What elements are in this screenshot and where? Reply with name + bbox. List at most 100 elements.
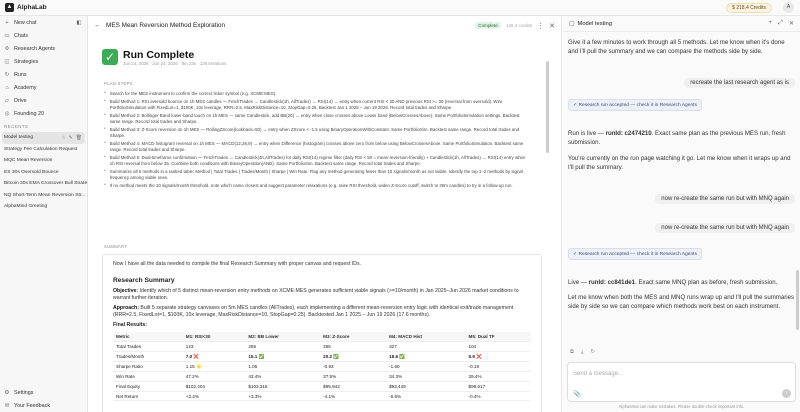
- user-message: recreate the last research agent as is: [684, 78, 795, 88]
- message-text: Live —: [568, 279, 589, 286]
- scrollbar[interactable]: [546, 61, 549, 153]
- recent-item[interactable]: Model testing ☆ ✎ 🗑: [2, 132, 85, 144]
- column-header: M5: Dual TF: [465, 332, 531, 343]
- sidebar-item-feedback[interactable]: ✉ Your Feedback: [0, 399, 88, 412]
- table-row: Sharpe Ratio 1.15 ⭐ 1.05 -0.93 -1.60 -0.…: [113, 361, 531, 373]
- plan-step-text: Build Method 3: Z-Score reversion on 1h …: [109, 127, 520, 138]
- chat-bubble-icon: ▢: [569, 20, 575, 27]
- app-name: AlphaLab: [17, 4, 47, 11]
- collapse-sidebar-icon[interactable]: ◧: [76, 20, 82, 26]
- disclaimer: AlphaMind can make mistakes. Please doub…: [618, 404, 745, 409]
- run-accepted-badge[interactable]: ✓ Research run accepted — check it in Re…: [568, 248, 702, 260]
- table-cell: 355: [320, 341, 387, 353]
- sidebar-item-label: Drive: [14, 97, 27, 104]
- drive-icon: ▱: [4, 97, 10, 104]
- table-cell: -0.4%: [465, 391, 531, 402]
- message-input[interactable]: [573, 371, 773, 377]
- sidebar-item-strategies[interactable]: ◫ Strategies: [0, 55, 87, 68]
- recent-item[interactable]: AlphaMind Greeting: [0, 201, 87, 213]
- close-icon[interactable]: ✕: [789, 20, 794, 27]
- academy-icon: ⌂: [5, 84, 9, 91]
- sidebar-item-label: Your Feedback: [14, 402, 51, 409]
- sidebar-item-chats[interactable]: ▭ Chats: [0, 29, 87, 42]
- bullet-icon: •: [104, 98, 106, 105]
- founding-icon: ◎: [4, 110, 10, 117]
- runs-icon: ↻: [4, 71, 10, 78]
- status-badge: Complete: [475, 22, 501, 29]
- close-panel-icon[interactable]: ✕: [549, 22, 555, 30]
- sidebar-item-drive[interactable]: ▱ Drive: [0, 94, 87, 107]
- plan-step: • Build Method 3: Z-Score reversion on 1h…: [104, 127, 530, 138]
- recent-item[interactable]: ES 30s Oversold Bounce: [0, 167, 87, 179]
- table-cell: 1.05: [245, 361, 321, 373]
- summary-intro: Now I have all the data needed to compil…: [113, 261, 361, 267]
- page-title: MES Mean Reversion Method Exploration: [106, 22, 225, 29]
- table-cell: 5.9 ❌: [465, 351, 531, 363]
- table-cell: $93,449: [386, 381, 466, 392]
- check-icon: ✓: [102, 49, 118, 65]
- run-complete-header: ✓ Run Complete Jun 24, 2026 · Jun 24, 20…: [102, 49, 547, 69]
- new-chat-icon[interactable]: +: [769, 20, 773, 27]
- sidebar-item-research-agents[interactable]: ✣ Research Agents: [0, 42, 87, 55]
- regenerate-icon[interactable]: ↻: [590, 349, 595, 356]
- plan-step: • If no method meets the 10 signals/month…: [104, 183, 530, 189]
- plan-step: • Search for the MES instrument to confir…: [104, 90, 530, 97]
- table-row: Final Equity $102,404 $103,315 $95,942 $…: [113, 381, 531, 392]
- feedback-icon: ✉: [4, 402, 10, 409]
- table-cell: 15.1 ✅: [245, 351, 321, 363]
- table-cell: 327: [386, 341, 466, 353]
- star-icon[interactable]: ☆: [61, 135, 65, 141]
- copy-icon[interactable]: ⧉: [570, 349, 574, 356]
- edit-icon[interactable]: ✎: [69, 135, 73, 141]
- attach-icon[interactable]: 📎: [573, 390, 581, 398]
- run-meta: Jun 24, 2026 · Jun 24, 2026 · 8m 23s · 1…: [123, 61, 227, 66]
- column-header: M1: RSI<30: [182, 332, 246, 343]
- column-header: M4: MACD Hist: [386, 332, 466, 343]
- plan-step-text: Build Method 5: Dual-timeframe confirmat…: [109, 155, 526, 166]
- recent-item[interactable]: Strategy Fee Calculation Request: [0, 144, 87, 156]
- summary-heading: SUMMARY: [104, 244, 128, 249]
- assistant-message: Give it a few minutes to work through al…: [568, 39, 785, 56]
- plan-step-text: Search for the MES instrument to confirm…: [109, 91, 277, 96]
- scrollbar[interactable]: [796, 270, 799, 330]
- sidebar-item-label: Research Agents: [14, 45, 56, 52]
- download-icon[interactable]: ⤓: [581, 349, 583, 356]
- run-accepted-badge[interactable]: ✓ Research run accepted — check it in Re…: [568, 99, 702, 111]
- table-cell: $99,617: [465, 381, 531, 392]
- run-id: runId: c2474210: [605, 130, 652, 137]
- sidebar-item-settings[interactable]: ⚙ Settings: [0, 386, 88, 399]
- objective-paragraph: Objective: Identify which of 5 distinct …: [113, 288, 531, 302]
- trash-icon[interactable]: 🗑: [76, 135, 82, 141]
- bullet-icon: •: [104, 168, 106, 175]
- new-chat-button[interactable]: + New chat: [4, 20, 36, 26]
- main-header: ← MES Mean Reversion Method Exploration …: [88, 16, 561, 35]
- research-summary-title: Research Summary: [113, 277, 175, 284]
- recent-item[interactable]: NQ Short-Term Mean Reversion Str...: [0, 190, 87, 202]
- sidebar-footer: ⚙ Settings ✉ Your Feedback: [0, 386, 88, 412]
- credits-badge[interactable]: $ 218.4 Credits: [726, 3, 772, 13]
- plan-step-text: If no method meets the 10 signals/month …: [109, 183, 513, 189]
- sidebar-item-runs[interactable]: ↻ Runs: [0, 68, 87, 81]
- table-cell: 1.15 ⭐: [182, 361, 246, 373]
- send-button[interactable]: ↑: [782, 389, 791, 398]
- approach-label: Approach:: [113, 305, 139, 311]
- more-options-icon[interactable]: ⋮: [537, 22, 544, 30]
- recent-item[interactable]: Bitcoin 30s EMA Crossover Bull Strate...: [0, 178, 87, 190]
- assistant-message: Run is live — runId: c2474210. Exact sam…: [568, 129, 796, 148]
- back-arrow-icon[interactable]: ←: [94, 22, 101, 29]
- app-logo[interactable]: ▲ AlphaLab: [5, 3, 47, 12]
- recent-item[interactable]: MQC Mean Reversion: [0, 155, 87, 167]
- strategies-icon: ◫: [4, 58, 10, 65]
- assistant-message: Let me know when both the MES and MNQ ru…: [568, 294, 795, 311]
- expand-icon[interactable]: ⤢: [778, 20, 783, 27]
- bullet-icon: •: [104, 126, 106, 133]
- plan-step-text: Build Method 1: RSI oversold bounce on 1…: [109, 99, 503, 110]
- message-actions: ⧉ ⤓ ↻: [570, 349, 595, 356]
- table-cell: 37.5%: [320, 371, 387, 382]
- chat-title: Model testing: [577, 20, 612, 27]
- sidebar-item-founding-20[interactable]: ◎ Founding 20: [0, 107, 87, 120]
- avatar[interactable]: A: [783, 2, 794, 13]
- objective-text: Identify which of 5 distinct mean-revers…: [113, 288, 519, 301]
- sidebar-item-academy[interactable]: ⌂ Academy: [0, 81, 87, 94]
- table-cell: -6.6%: [386, 391, 466, 402]
